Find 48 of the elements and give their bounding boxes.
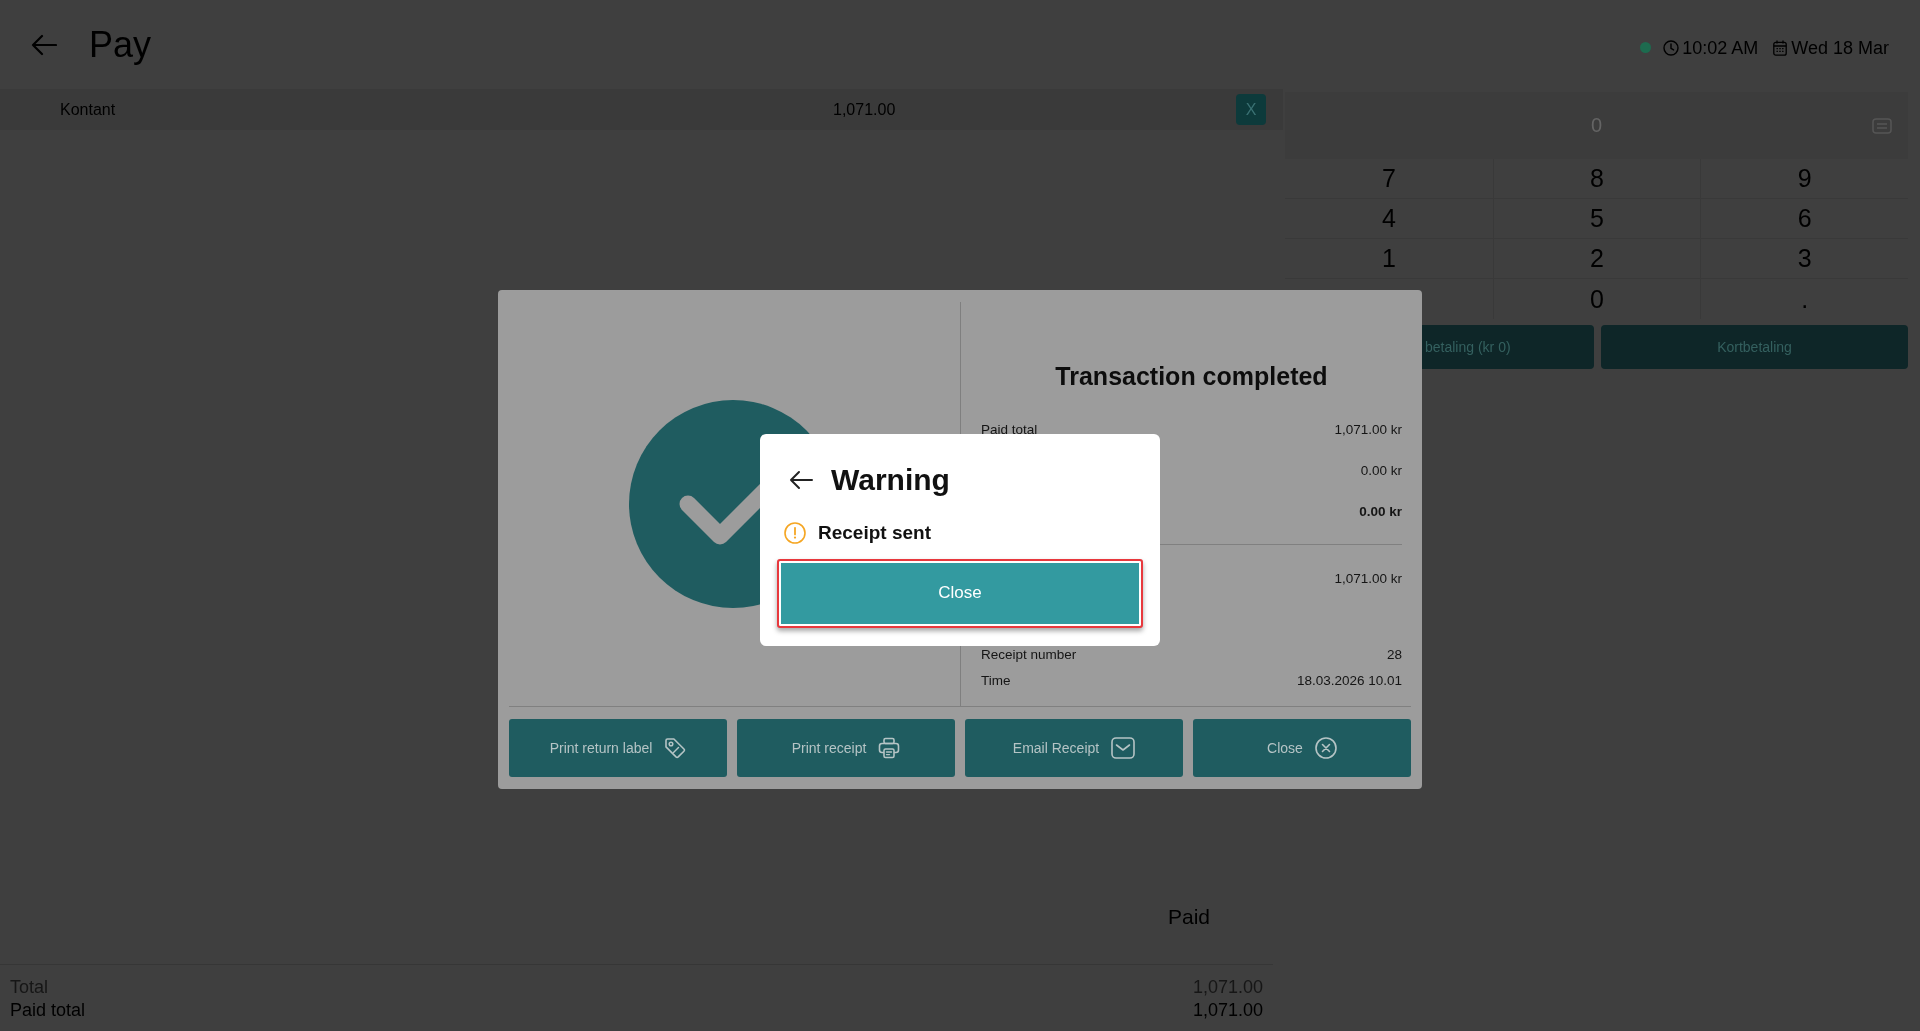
payment-method: Kontant	[60, 100, 117, 119]
action-button[interactable]: Print receipt	[737, 719, 955, 777]
close-button[interactable]: Close	[777, 558, 1143, 628]
keypad-key[interactable]: 3	[1700, 239, 1908, 279]
close-icon	[1314, 737, 1337, 759]
detail-value: 0.00 kr	[1360, 463, 1402, 478]
keyboard-icon[interactable]	[1872, 118, 1892, 134]
back-icon[interactable]	[789, 469, 813, 490]
total-value: 1,071.00	[1192, 999, 1263, 1022]
keypad-key[interactable]: 8	[1492, 159, 1701, 199]
clock-icon	[1663, 39, 1680, 56]
keypad-key[interactable]: 5	[1492, 199, 1701, 239]
keypad-key[interactable]: 0	[1492, 279, 1701, 319]
detail-value: 1,071.00 kr	[1334, 422, 1402, 437]
remove-button[interactable]: X	[1236, 94, 1266, 125]
dialog-title: Warning	[831, 461, 950, 498]
total-label: Paid total	[10, 999, 86, 1022]
keypad-key[interactable]: 6	[1700, 199, 1908, 239]
keypad-key[interactable]: 4	[1285, 199, 1493, 239]
keypad-key[interactable]: 1	[1285, 239, 1493, 279]
clock-time: 10:02 AM	[1682, 36, 1759, 59]
detail-value: 1,071.00 kr	[1334, 571, 1402, 586]
payment-amount: 1,071.00	[833, 100, 896, 119]
keypad-key[interactable]: 7	[1285, 159, 1493, 199]
warning-icon	[784, 521, 806, 544]
action-button[interactable]: Email Receipt	[965, 719, 1183, 777]
detail-label: Receipt number	[981, 646, 1077, 662]
payment-button[interactable]: betaling (kr 0)	[1422, 325, 1594, 369]
keypad-key[interactable]: .	[1700, 279, 1908, 319]
date-text: Wed 18 Mar	[1791, 36, 1889, 59]
tag-icon	[664, 737, 687, 759]
keypad-key[interactable]: 2	[1492, 239, 1701, 279]
keypad-key[interactable]: 9	[1700, 159, 1908, 199]
column-heading: Paid	[1167, 904, 1210, 930]
payment-button[interactable]: Kortbetaling	[1601, 325, 1908, 369]
detail-label: Time	[981, 672, 1011, 688]
page-title: Pay	[89, 22, 152, 67]
detail-label: Paid total	[981, 422, 1038, 437]
close-button[interactable]: Close	[1193, 719, 1411, 777]
detail-value: 28	[1386, 646, 1402, 662]
dialog-title: Transaction completed	[1054, 361, 1329, 391]
envelope-icon	[1111, 737, 1136, 759]
warning-message: Receipt sent	[818, 521, 931, 544]
calendar-icon	[1773, 39, 1788, 56]
detail-value: 0.00 kr	[1359, 504, 1402, 519]
detail-value: 18.03.2026 10.01	[1296, 672, 1402, 688]
action-button[interactable]: Print return label	[509, 719, 727, 777]
printer-icon	[878, 737, 901, 759]
